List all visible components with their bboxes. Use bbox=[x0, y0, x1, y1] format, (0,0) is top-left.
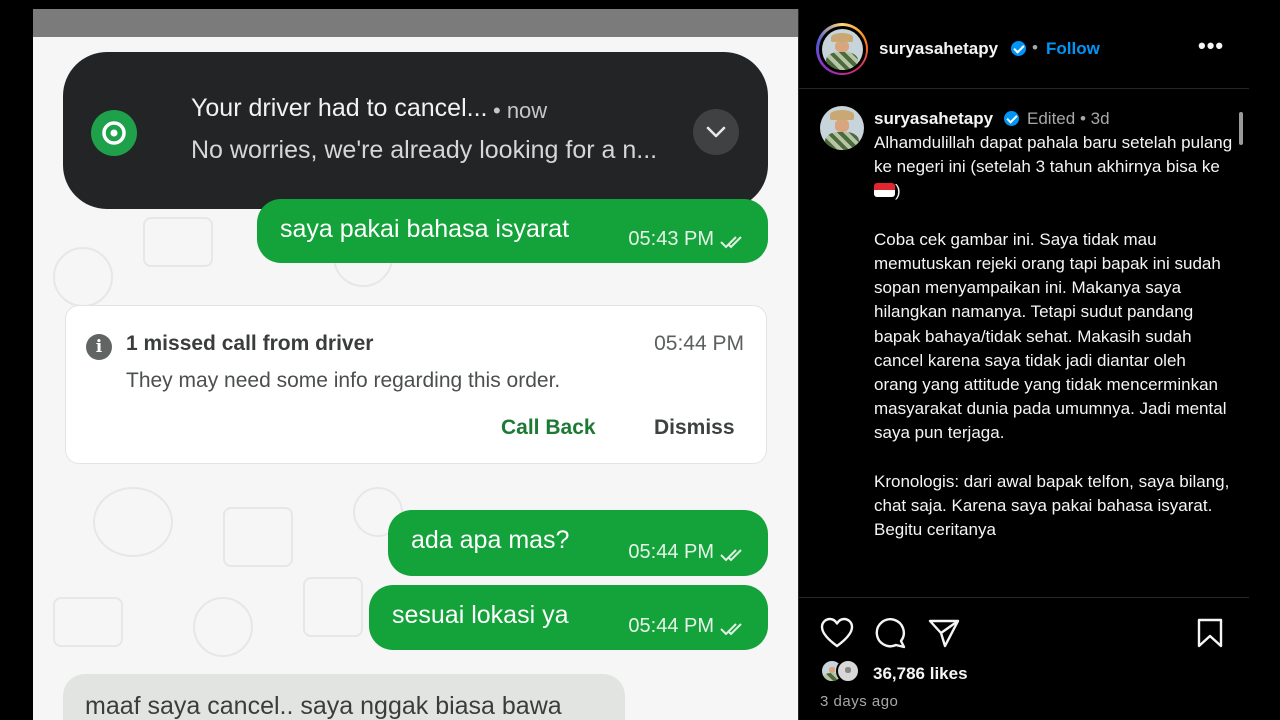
caption-text-rest: Coba cek gambar ini. Saya tidak mau memu… bbox=[874, 229, 1230, 540]
notification-title: Your driver had to cancel... bbox=[191, 94, 488, 122]
double-check-icon bbox=[720, 623, 742, 636]
post-timestamp[interactable]: 3 days ago bbox=[820, 693, 898, 710]
message-time: 05:44 PM bbox=[628, 541, 714, 563]
notification-time: • now bbox=[493, 98, 548, 123]
call-back-button[interactable]: Call Back bbox=[501, 416, 596, 440]
caption-username[interactable]: suryasahetapy bbox=[874, 109, 993, 129]
notification-expand-button[interactable] bbox=[693, 109, 739, 155]
message-time: 05:43 PM bbox=[628, 228, 714, 250]
message-text: sesuai lokasi ya bbox=[392, 601, 569, 629]
message-text: ada apa mas? bbox=[411, 526, 570, 554]
avatar bbox=[821, 28, 863, 70]
footer-divider bbox=[798, 597, 1249, 598]
likes-count[interactable]: 36,786 likes bbox=[873, 664, 968, 684]
caption-scrollbar[interactable] bbox=[1239, 112, 1243, 145]
outgoing-message[interactable]: saya pakai bahasa isyarat 05:43 PM bbox=[257, 199, 768, 263]
chevron-down-icon bbox=[706, 126, 726, 138]
caption-text-paren: ) bbox=[895, 181, 901, 201]
dismiss-button[interactable]: Dismiss bbox=[654, 416, 735, 440]
heart-icon[interactable] bbox=[820, 617, 854, 649]
verified-badge-icon bbox=[1011, 41, 1026, 56]
grab-app-icon bbox=[91, 110, 137, 156]
outgoing-message[interactable]: sesuai lokasi ya 05:44 PM bbox=[369, 585, 768, 650]
instagram-post-panel: suryasahetapy • Follow ••• suryasahetapy… bbox=[798, 9, 1249, 720]
post-age: • 3d bbox=[1079, 109, 1110, 128]
panel-divider bbox=[798, 9, 799, 720]
notification-body: No worries, we're already looking for a … bbox=[191, 136, 658, 164]
outgoing-message[interactable]: ada apa mas? 05:44 PM bbox=[388, 510, 768, 576]
missed-call-body: They may need some info regarding this o… bbox=[126, 369, 561, 392]
chat-screenshot: Your driver had to cancel... • now No wo… bbox=[33, 9, 798, 720]
incoming-message[interactable]: maaf saya cancel.. saya nggak biasa bawa bbox=[63, 674, 625, 720]
share-icon[interactable] bbox=[927, 617, 961, 649]
missed-call-time: 05:44 PM bbox=[654, 332, 744, 355]
more-options-button[interactable]: ••• bbox=[1198, 33, 1224, 59]
screenshot-top-bar bbox=[33, 9, 798, 37]
info-icon: i bbox=[86, 334, 112, 360]
message-text: maaf saya cancel.. saya nggak biasa bawa bbox=[85, 692, 562, 720]
double-check-icon bbox=[720, 549, 742, 562]
message-text: saya pakai bahasa isyarat bbox=[280, 215, 570, 243]
double-check-icon bbox=[720, 236, 742, 249]
missed-call-card: i 1 missed call from driver 05:44 PM The… bbox=[65, 305, 767, 464]
separator-dot: • bbox=[1032, 38, 1038, 57]
missed-call-title: 1 missed call from driver bbox=[126, 332, 374, 355]
caption-meta: Edited • 3d bbox=[1027, 109, 1110, 129]
follow-button[interactable]: Follow bbox=[1046, 39, 1100, 59]
edited-label: Edited bbox=[1027, 109, 1076, 128]
likers-avatars[interactable] bbox=[820, 659, 866, 685]
post-author-username[interactable]: suryasahetapy bbox=[879, 39, 998, 59]
driver-cancel-notification[interactable]: Your driver had to cancel... • now No wo… bbox=[63, 52, 768, 209]
header-divider bbox=[798, 88, 1249, 89]
message-time: 05:44 PM bbox=[628, 615, 714, 637]
verified-badge-icon bbox=[1004, 111, 1019, 126]
indonesia-flag-icon bbox=[874, 183, 895, 198]
caption-avatar[interactable] bbox=[820, 106, 864, 150]
bookmark-icon[interactable] bbox=[1196, 617, 1224, 649]
profile-avatar-story-ring[interactable] bbox=[816, 23, 868, 75]
comment-icon[interactable] bbox=[873, 617, 907, 649]
avatar bbox=[836, 659, 860, 683]
caption-text-start: Alhamdulillah dapat pahala baru setelah … bbox=[874, 133, 1233, 177]
post-caption: Alhamdulillah dapat pahala baru setelah … bbox=[874, 131, 1234, 596]
